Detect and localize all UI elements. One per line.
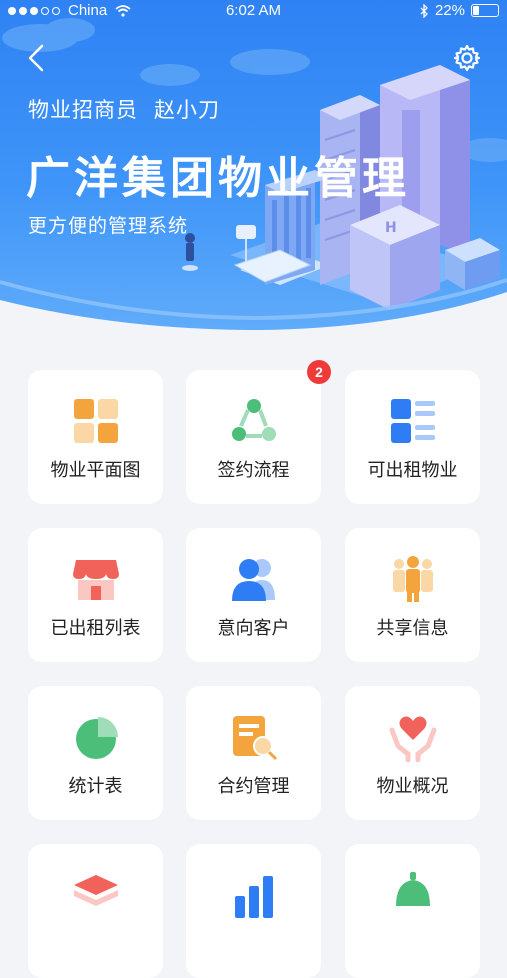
menu-item-bar-report[interactable] [186, 844, 321, 978]
stack-layers-icon [74, 875, 118, 906]
menu-item-label: 可出租物业 [367, 460, 458, 481]
user-role: 物业招商员 [28, 98, 138, 122]
battery-percent: 22% [434, 2, 465, 19]
page-title: 广洋集团物业管理 [26, 153, 410, 204]
battery-icon [471, 4, 499, 17]
notification-badge: 2 [307, 360, 331, 384]
menu-item-label: 物业概况 [376, 776, 449, 797]
chevron-left-icon [28, 44, 44, 72]
contract-search-icon [233, 716, 278, 761]
menu-item-floor-plan[interactable]: 物业平面图 [28, 370, 163, 504]
menu-item-label: 共享信息 [376, 618, 449, 639]
menu-item-label: 已出租列表 [50, 618, 141, 639]
user-name: 赵小刀 [154, 98, 220, 122]
menu-item-layers[interactable] [28, 844, 163, 978]
bluetooth-icon [420, 3, 428, 18]
customers-icon [232, 559, 275, 601]
menu-item-shared-info[interactable]: 共享信息 [345, 528, 480, 662]
gear-icon [453, 44, 481, 72]
svg-text:H: H [385, 220, 397, 236]
rentable-list-icon [391, 399, 435, 443]
bar-chart-icon [235, 876, 273, 918]
settings-button[interactable] [452, 43, 482, 73]
menu-item-label: 物业平面图 [50, 460, 141, 481]
menu-item-rentable-property[interactable]: 可出租物业 [345, 370, 480, 504]
floor-plan-icon [74, 399, 118, 443]
menu-item-label: 签约流程 [217, 460, 290, 481]
status-bar: China 6:02 AM 22% [0, 0, 507, 22]
heart-hands-icon [389, 716, 437, 762]
service-bell-icon [396, 872, 430, 906]
user-role-line: 物业招商员 赵小刀 [28, 94, 236, 124]
menu-item-contract-management[interactable]: 合约管理 [186, 686, 321, 820]
signing-flow-icon [232, 399, 276, 441]
menu-item-label: 意向客户 [217, 618, 290, 639]
menu-item-label: 统计表 [68, 776, 123, 797]
back-button[interactable] [22, 40, 52, 76]
menu-item-rented-list[interactable]: 已出租列表 [28, 528, 163, 662]
storefront-icon [73, 560, 119, 600]
menu-item-signing-flow[interactable]: 签约流程 2 [186, 360, 331, 504]
menu-item-service[interactable] [345, 844, 480, 978]
menu-item-label: 合约管理 [217, 776, 290, 797]
header-banner: H China 6:02 AM 22% 物业招商员 赵小刀 广洋集团物业管理 更… [0, 0, 507, 345]
page-subtitle: 更方便的管理系统 [28, 215, 189, 237]
group-share-icon [393, 556, 433, 602]
pie-chart-icon [76, 717, 118, 759]
menu-item-statistics[interactable]: 统计表 [28, 686, 163, 820]
menu-item-property-overview[interactable]: 物业概况 [345, 686, 480, 820]
menu-item-prospective-customers[interactable]: 意向客户 [186, 528, 321, 662]
